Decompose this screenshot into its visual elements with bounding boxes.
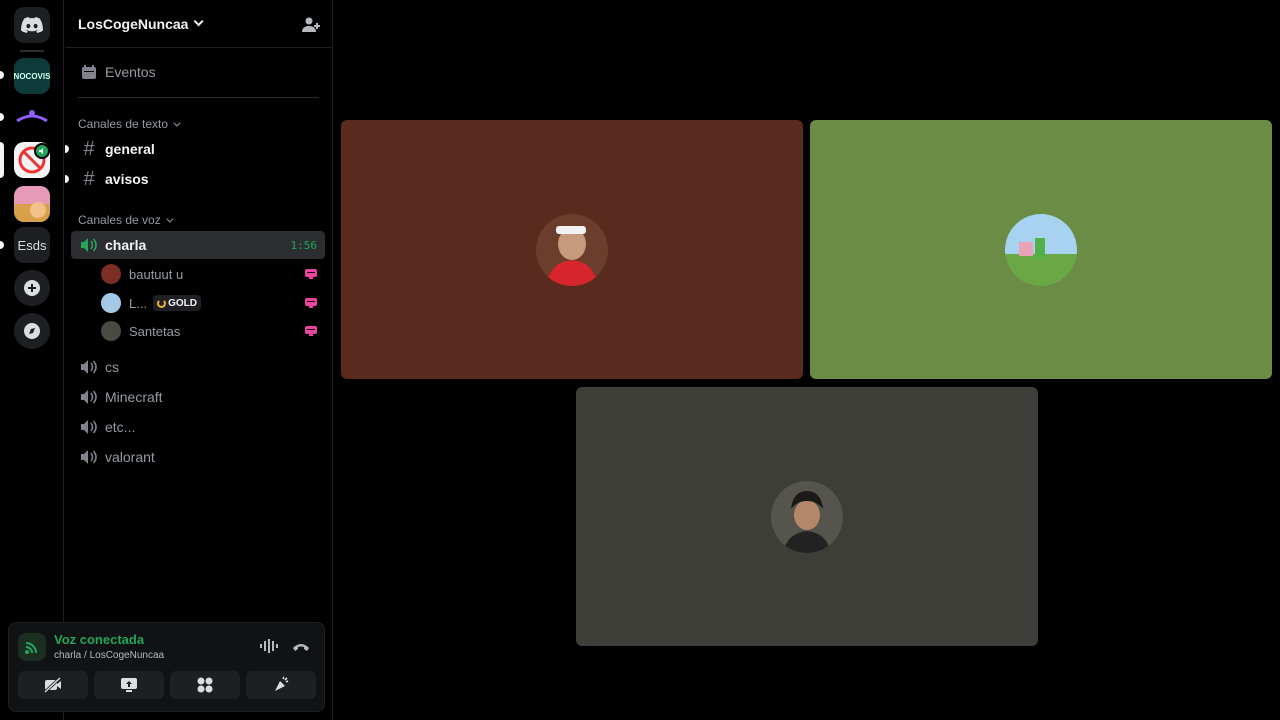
compass-icon <box>24 323 40 339</box>
participant-tile[interactable] <box>341 120 803 379</box>
server-rail: NOCOVIS Esds <box>0 0 64 720</box>
channel-label: avisos <box>105 171 149 187</box>
voice-timer: 1:56 <box>290 238 318 252</box>
participant-tile[interactable] <box>576 387 1038 646</box>
explore-button[interactable] <box>14 313 50 349</box>
camera-button[interactable] <box>18 671 88 699</box>
avatar <box>101 264 121 284</box>
participant-tile[interactable] <box>810 120 1272 379</box>
unread-indicator <box>0 113 4 121</box>
avatar <box>536 213 608 286</box>
voice-channel-valorant[interactable]: valorant <box>71 443 325 471</box>
avatar <box>771 480 843 553</box>
voice-user-name: Santetas <box>129 323 181 339</box>
badge-label: GOLD <box>168 297 197 309</box>
voice-user-name: L... <box>129 295 148 311</box>
camera-off-icon <box>43 677 62 693</box>
avatar <box>101 293 121 313</box>
voice-channel-charla[interactable]: charla 1:56 <box>71 231 325 259</box>
voice-location[interactable]: charla / LosCogeNuncaa <box>54 650 164 661</box>
guild-name: LosCogeNuncaa <box>78 15 189 32</box>
server-icon-minecraft[interactable] <box>14 186 50 222</box>
channel-sidebar: LosCogeNuncaa Eventos Canales de texto #… <box>65 0 333 720</box>
server-icon-nocovis[interactable]: NOCOVIS <box>14 58 50 94</box>
category-voice-channels[interactable]: Canales de voz <box>78 213 174 227</box>
server-icon-esds[interactable]: Esds <box>14 227 50 263</box>
unread-indicator <box>65 145 69 153</box>
channel-avisos[interactable]: # avisos <box>65 165 325 193</box>
avatar <box>101 321 121 341</box>
channel-label: etc... <box>105 419 136 435</box>
events-label: Eventos <box>105 64 156 80</box>
speaker-icon <box>79 447 99 467</box>
activities-button[interactable] <box>170 671 240 699</box>
events-item[interactable]: Eventos <box>71 58 325 86</box>
voice-channel-minecraft[interactable]: Minecraft <box>71 383 325 411</box>
channel-label: valorant <box>105 449 155 465</box>
unread-indicator <box>65 175 69 183</box>
signal-icon[interactable] <box>18 633 46 661</box>
speaker-icon <box>79 417 99 437</box>
chevron-down-icon <box>166 215 174 223</box>
stream-icon <box>305 269 317 279</box>
soundboard-button[interactable] <box>246 671 316 699</box>
voice-user[interactable]: bautuut u <box>101 261 325 287</box>
speaker-badge-icon <box>34 143 50 159</box>
soundboard-icon <box>275 676 289 691</box>
channel-general[interactable]: # general <box>65 135 325 163</box>
unread-indicator <box>0 71 4 79</box>
noise-suppression-icon[interactable] <box>259 638 279 654</box>
chevron-down-icon <box>173 119 181 127</box>
purple-logo-icon <box>16 110 48 123</box>
gold-badge: GOLD <box>153 295 201 311</box>
discord-home-button[interactable] <box>14 7 50 43</box>
channel-label: general <box>105 141 155 157</box>
channel-label: charla <box>105 237 147 253</box>
plus-icon <box>24 280 40 296</box>
screen-share-icon <box>121 678 137 692</box>
category-label: Canales de texto <box>78 117 169 131</box>
chevron-down-icon <box>194 16 205 27</box>
calendar-icon <box>79 62 99 82</box>
voice-status: Voz conectada <box>54 632 145 647</box>
avatar <box>1005 213 1077 286</box>
server-icon-purple[interactable] <box>14 99 50 135</box>
voice-connection-panel: Voz conectada charla / LosCogeNuncaa <box>8 622 325 712</box>
server-nocovis-label: NOCOVIS <box>14 71 50 81</box>
gold-icon <box>157 298 167 308</box>
category-text-channels[interactable]: Canales de texto <box>78 117 181 131</box>
stream-icon <box>305 326 317 336</box>
activities-icon <box>197 677 213 693</box>
add-member-icon[interactable] <box>301 15 321 35</box>
voice-channel-cs[interactable]: cs <box>71 353 325 381</box>
rail-separator <box>20 50 44 52</box>
voice-user-name: bautuut u <box>129 266 184 282</box>
speaker-icon <box>79 387 99 407</box>
voice-user[interactable]: Santetas <box>101 318 325 344</box>
discord-logo-icon <box>21 17 43 33</box>
sidebar-divider <box>78 97 319 98</box>
hashtag-icon: # <box>83 137 95 160</box>
server-esds-label: Esds <box>17 237 47 253</box>
speaker-icon <box>79 357 99 377</box>
add-server-button[interactable] <box>14 270 50 306</box>
minecraft-avatar-icon <box>14 186 50 222</box>
category-label: Canales de voz <box>78 213 161 227</box>
speaker-icon <box>79 235 99 255</box>
voice-channel-etc[interactable]: etc... <box>71 413 325 441</box>
hashtag-icon: # <box>83 167 95 190</box>
disconnect-icon[interactable] <box>291 639 311 653</box>
guild-header[interactable]: LosCogeNuncaa <box>65 0 333 48</box>
stream-icon <box>305 298 317 308</box>
channel-label: Minecraft <box>105 389 163 405</box>
selected-indicator <box>0 142 4 178</box>
channel-label: cs <box>105 359 119 375</box>
unread-indicator <box>0 241 4 249</box>
screen-share-button[interactable] <box>94 671 164 699</box>
voice-user[interactable]: L... GOLD <box>101 290 325 316</box>
